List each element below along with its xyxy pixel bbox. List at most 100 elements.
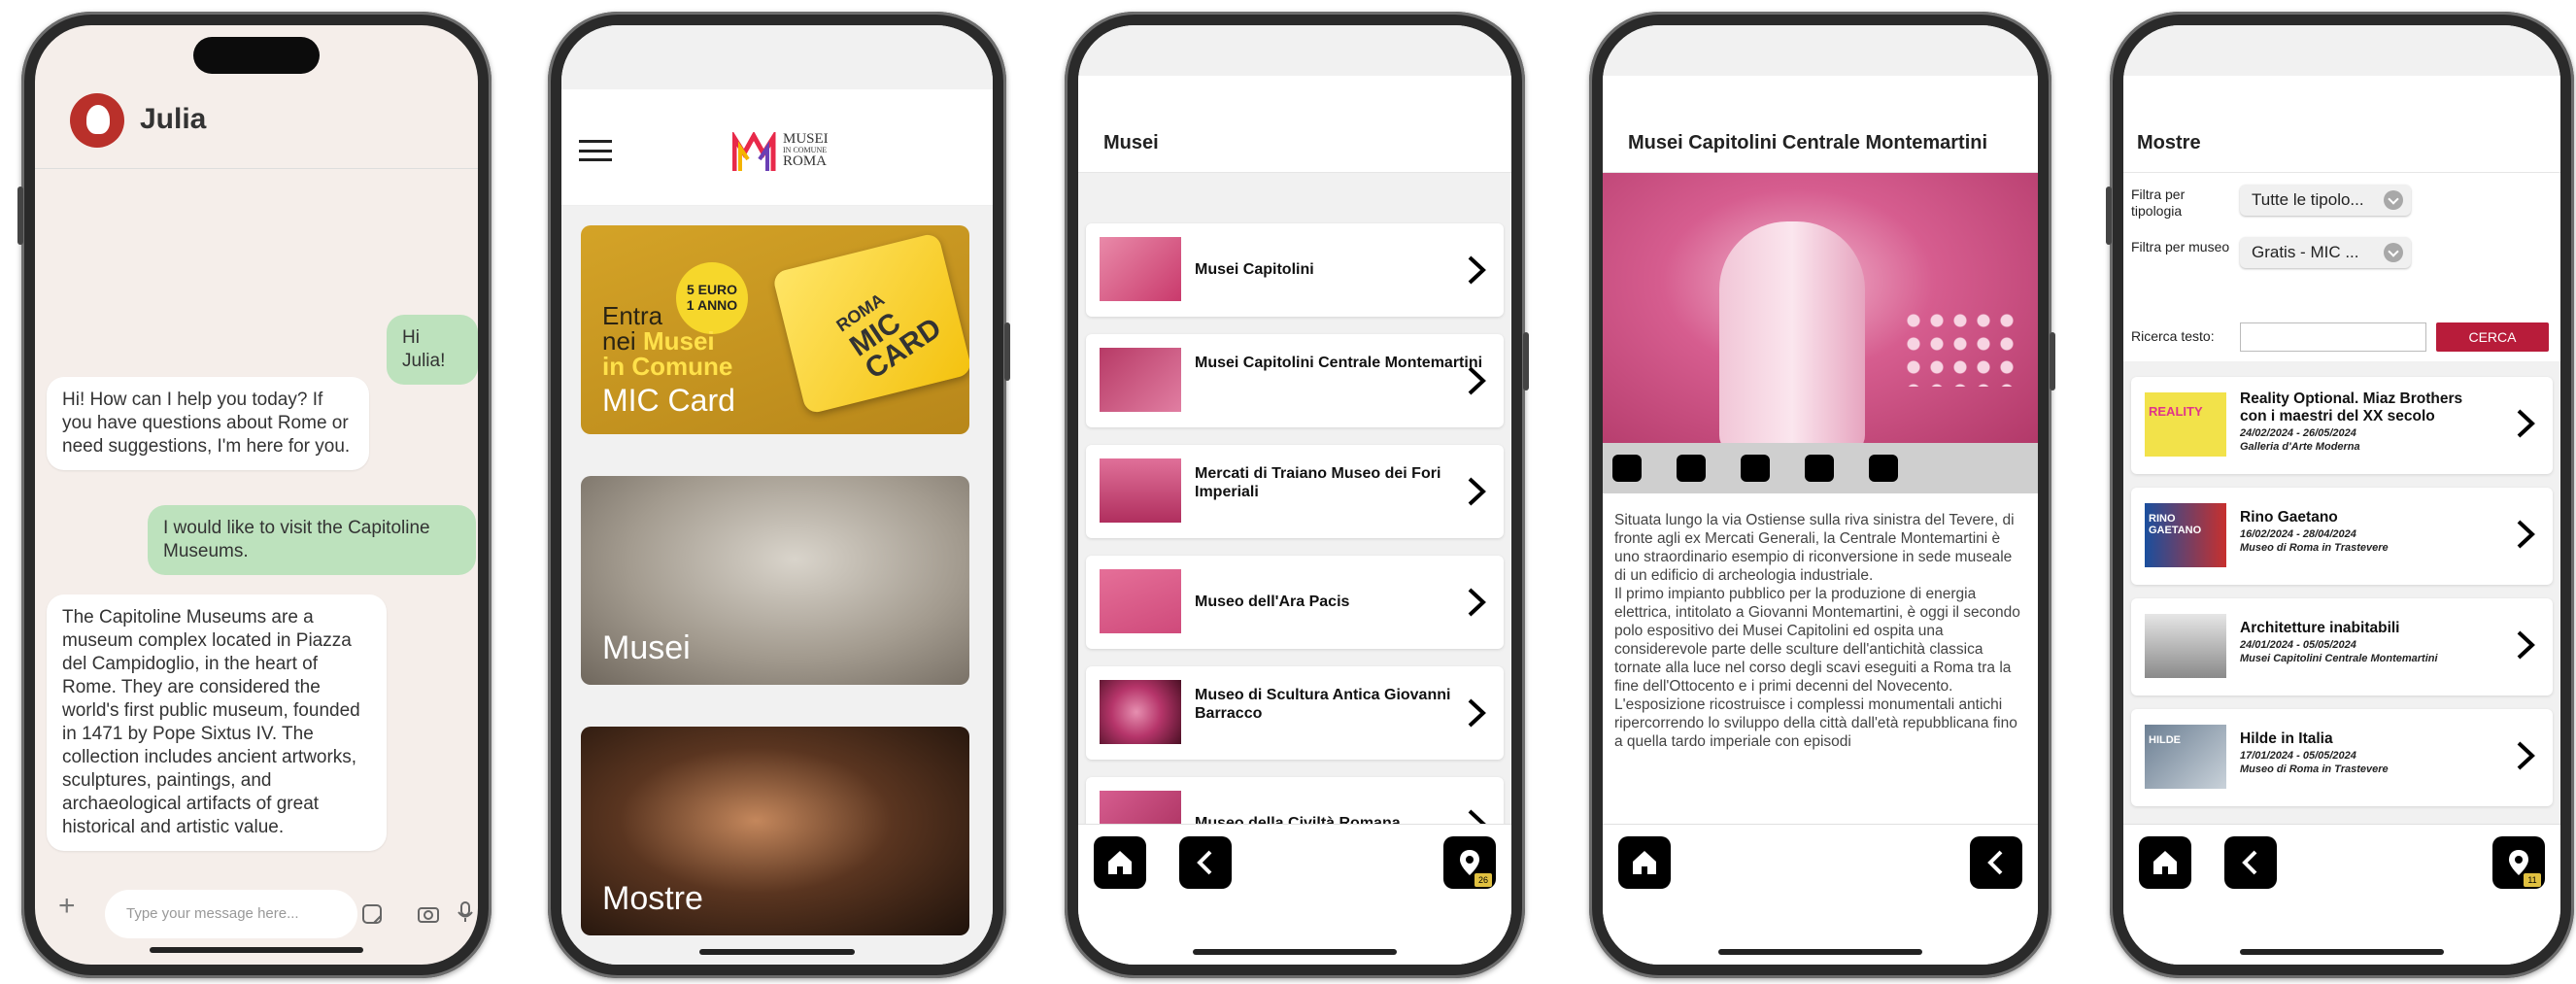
chevron-right-icon: [1468, 809, 1486, 824]
map-button[interactable]: 26: [1443, 836, 1496, 889]
chevron-down-icon: [2384, 190, 2403, 210]
mostre-card[interactable]: Mostre: [581, 727, 969, 935]
dynamic-island: [193, 37, 320, 74]
message-user-2: I would like to visit the Capitoline Mus…: [148, 505, 476, 575]
list-item[interactable]: REALITY Reality Optional. Miaz Brothers …: [2131, 377, 2553, 474]
mostre-card-label: Mostre: [602, 880, 703, 917]
list-item[interactable]: Musei Capitolini Centrale Montemartini: [1086, 334, 1504, 427]
logo-line-3: ROMA: [783, 153, 828, 169]
side-button: [2106, 187, 2112, 245]
cerca-button[interactable]: CERCA: [2436, 322, 2549, 352]
filter-museo-select[interactable]: Gratis - MIC ...: [2240, 237, 2411, 268]
musei-card-label: Musei: [602, 629, 691, 666]
mic-card-label: MIC Card: [602, 383, 735, 418]
museum-thumbnail: [1100, 569, 1181, 633]
chevron-left-icon: [1197, 850, 1212, 875]
museum-name: Museo dell'Ara Pacis: [1195, 594, 1350, 610]
chevron-left-icon: [1987, 850, 2003, 875]
microphone-icon[interactable]: [455, 901, 476, 923]
list-item[interactable]: Museo della Civiltà Romana: [1086, 777, 1504, 824]
camera-icon[interactable]: [418, 903, 439, 925]
chevron-right-icon: [2517, 520, 2535, 549]
home-button[interactable]: [1094, 836, 1146, 889]
status-bar: [2123, 25, 2560, 76]
avatar[interactable]: [70, 93, 124, 148]
list-item[interactable]: HILDE Hilde in Italia 17/01/2024 - 05/05…: [2131, 709, 2553, 806]
home-button[interactable]: [2139, 836, 2191, 889]
list-item[interactable]: Mercati di Traiano Museo dei Fori Imperi…: [1086, 445, 1504, 538]
museum-photo: [1603, 173, 2038, 443]
chevron-right-icon: [1468, 366, 1486, 395]
plus-icon[interactable]: +: [58, 890, 76, 923]
search-input[interactable]: [2240, 322, 2426, 352]
list-item[interactable]: Museo dell'Ara Pacis: [1086, 556, 1504, 649]
exhibit-date: 17/01/2024 - 05/05/2024: [2240, 750, 2356, 762]
bottom-nav: [1603, 824, 2038, 965]
exhibit-date: 16/02/2024 - 28/04/2024: [2240, 528, 2356, 540]
exhibit-thumbnail: HILDE: [2145, 725, 2226, 789]
message-input[interactable]: Type your message here...: [105, 890, 357, 938]
menu-icon[interactable]: [579, 140, 612, 161]
sticker-icon[interactable]: [361, 903, 383, 925]
home-icon: [2153, 851, 2177, 874]
list-item[interactable]: RINO GAETANO Rino Gaetano 16/02/2024 - 2…: [2131, 488, 2553, 585]
mic-card-banner[interactable]: 5 EURO 1 ANNO Entra nei Musei in Comune …: [581, 225, 969, 434]
back-button[interactable]: [1179, 836, 1232, 889]
list-item[interactable]: Architetture inabitabili 24/01/2024 - 05…: [2131, 598, 2553, 696]
chevron-right-icon: [1468, 255, 1486, 285]
museum-description: Situata lungo la via Ostiense sulla riva…: [1614, 512, 2020, 750]
exhibit-thumbnail: [2145, 614, 2226, 678]
musei-card[interactable]: Musei: [581, 476, 969, 685]
bottom-nav: 11: [2123, 824, 2560, 965]
chat-screen: Julia Hi Julia! Hi! How can I help you t…: [35, 25, 478, 965]
chat-header: Julia: [35, 74, 478, 169]
exhibit-title: Rino Gaetano: [2240, 509, 2338, 526]
mic-card-image: ROMA MIC CARD: [771, 231, 969, 416]
page-title: Musei: [1103, 132, 1159, 153]
app-header: MUSEI IN COMUNE ROMA: [561, 89, 993, 206]
home-indicator: [150, 947, 363, 953]
list-item[interactable]: Musei Capitolini: [1086, 223, 1504, 317]
home-indicator: [2240, 949, 2444, 955]
museum-name: Museo della Civiltà Romana: [1195, 815, 1401, 824]
mostre-list: REALITY Reality Optional. Miaz Brothers …: [2123, 361, 2560, 824]
home-indicator: [1193, 949, 1397, 955]
list-item[interactable]: Museo di Scultura Antica Giovanni Barrac…: [1086, 666, 1504, 760]
home-indicator: [699, 949, 855, 955]
detail-icon-bar: [1603, 443, 2038, 493]
volume-button: [17, 187, 23, 245]
home-indicator: [1718, 949, 1922, 955]
back-button[interactable]: [1970, 836, 2022, 889]
map-count-badge: 26: [1474, 873, 1492, 887]
side-button: [1523, 332, 1529, 390]
mostre-header: Mostre: [2123, 76, 2560, 173]
tagline-entra: Entra: [602, 301, 663, 330]
chevron-right-icon: [2517, 630, 2535, 660]
map-button[interactable]: 11: [2492, 836, 2545, 889]
museum-thumbnail: [1100, 458, 1181, 523]
back-button[interactable]: [2224, 836, 2277, 889]
mic-logo-icon: [732, 132, 776, 171]
chevron-down-icon: [2384, 243, 2403, 262]
mic-logo-text: MUSEI IN COMUNE ROMA: [783, 132, 829, 169]
phone-musei: Musei Musei Capitolini Musei Capitolini …: [1065, 12, 1529, 978]
chevron-right-icon: [2517, 741, 2535, 770]
exhibit-place: Musei Capitolini Centrale Montemartini: [2240, 653, 2438, 664]
exhibit-title: Architetture inabitabili: [2240, 620, 2400, 636]
phone-mostre: Mostre Filtra per tipologia Tutte le tip…: [2106, 12, 2574, 978]
home-button[interactable]: [1618, 836, 1671, 889]
museum-name: Musei Capitolini Centrale Montemartini: [1195, 355, 1483, 371]
photo-statue: [1719, 221, 1865, 443]
filter-tipologia-label: Filtra per tipologia: [2131, 187, 2186, 219]
car-icon[interactable]: [1869, 455, 1898, 482]
play-icon[interactable]: [1805, 455, 1834, 482]
bottom-nav: 26: [1078, 824, 1511, 965]
museum-name: Mercati di Traiano Museo dei Fori Imperi…: [1195, 465, 1441, 500]
calendar-icon[interactable]: [1677, 455, 1706, 482]
museum-icon[interactable]: [1741, 455, 1770, 482]
exhibit-thumbnail: RINO GAETANO: [2145, 503, 2226, 567]
tagline-comune: in Comune: [602, 352, 733, 381]
exhibit-thumbnail: REALITY: [2145, 392, 2226, 457]
gallery-icon[interactable]: [1612, 455, 1642, 482]
filter-tipologia-select[interactable]: Tutte le tipolo...: [2240, 185, 2411, 216]
